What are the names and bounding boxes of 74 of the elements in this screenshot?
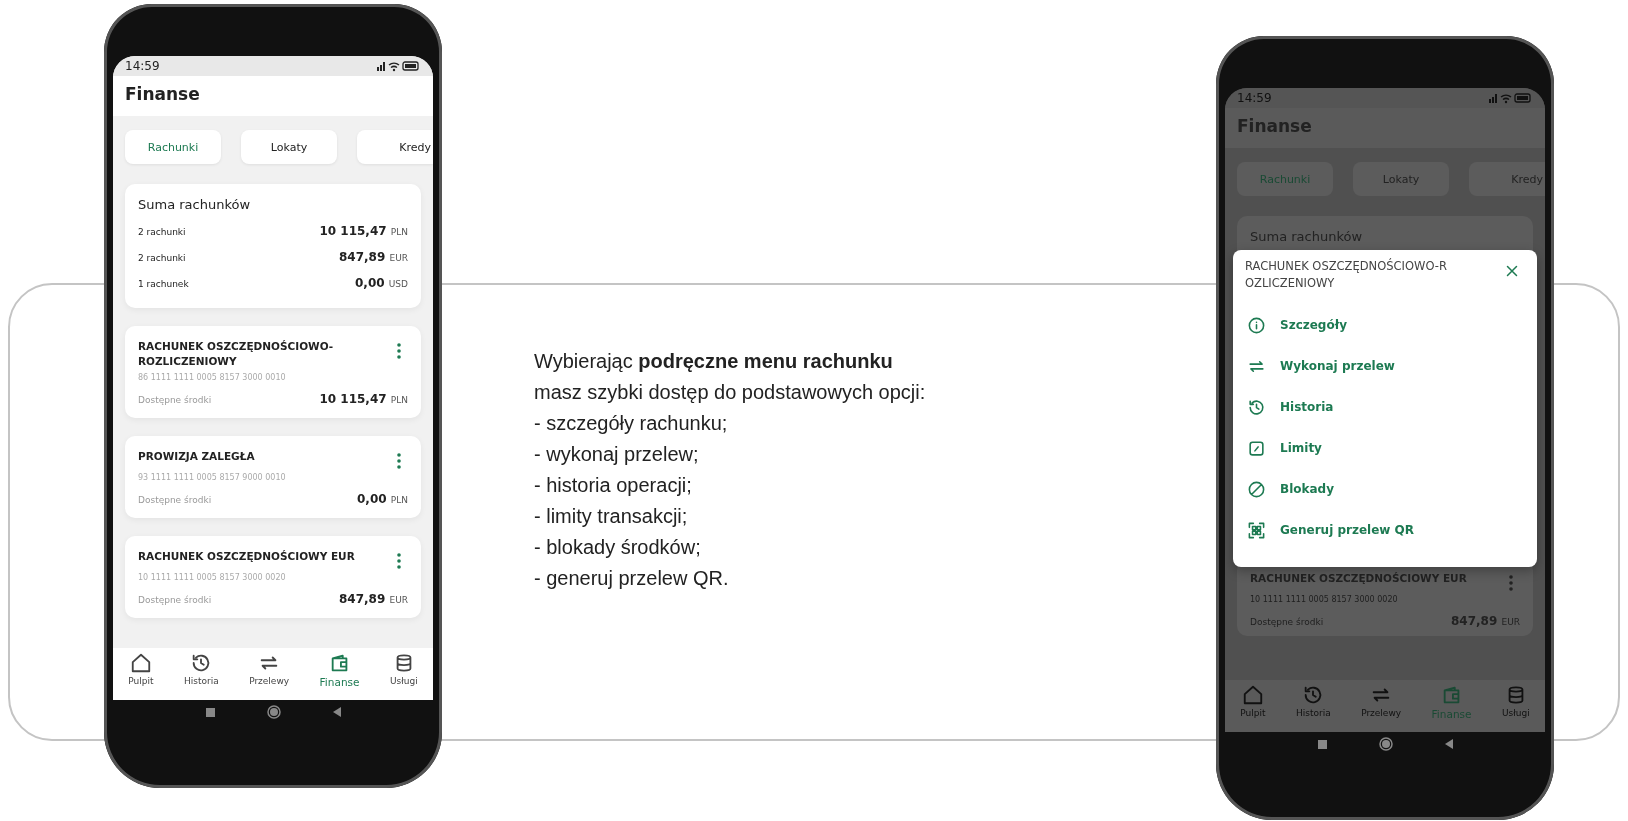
balance-label: Dostępne środki (138, 495, 212, 506)
nav-item[interactable]: Pulpit (124, 652, 158, 700)
home-icon (1241, 684, 1264, 706)
screen-title: Finanse (125, 84, 200, 104)
history-icon (1247, 397, 1266, 417)
description-text: masz szybki dostęp do podstawowych opcji: (534, 380, 926, 405)
option-list-item: - limity transakcji; (534, 504, 689, 529)
amount: 10 115,47 PLN (319, 392, 408, 407)
account-name: PROWIZJA ZALEGŁA (138, 449, 255, 465)
prohibited-icon (1247, 479, 1266, 499)
gauge-icon (1247, 438, 1266, 458)
status-time: 14:59 (125, 59, 160, 73)
recents-icon[interactable] (205, 707, 215, 717)
more-options-icon[interactable] (396, 343, 402, 359)
account-name: RACHUNEK OSZCZĘDNOŚCIOWO-ROZLICZENIOWY (138, 339, 335, 370)
amount: 0,00 USD (354, 276, 408, 290)
tab[interactable]: Kredy (357, 130, 433, 164)
status-time: 14:59 (1237, 91, 1272, 105)
row-label: 2 rachunki (138, 253, 186, 263)
option-list-item: - blokady środków; (534, 535, 702, 560)
status-icons (375, 60, 421, 72)
summary-title: Suma rachunków (138, 197, 252, 212)
amount: 847,89 EUR (339, 250, 408, 264)
nav-item[interactable]: Usługi (1497, 684, 1534, 732)
account-number: 86 1111 1111 0005 8157 3000 0010 (138, 373, 287, 383)
tab[interactable]: Lokaty (241, 130, 337, 164)
nav-item[interactable]: Pulpit (1236, 684, 1270, 732)
account-number: 10 1111 1111 0005 8157 3000 0020 (138, 573, 287, 583)
amount: 0,00 PLN (357, 492, 408, 507)
more-options-icon[interactable] (396, 453, 402, 470)
row-label: 1 rachunek (138, 279, 189, 289)
back-icon[interactable] (332, 707, 341, 717)
menu-item[interactable]: Wykonaj przelew (1245, 345, 1525, 387)
nav-item[interactable]: Historia (1291, 684, 1335, 732)
account-name: RACHUNEK OSZCZĘDNOŚCIOWY EUR (1250, 571, 1467, 586)
recents-icon[interactable] (1317, 739, 1327, 749)
info-icon (1247, 315, 1266, 335)
option-list-item: - generuj przelew QR. (534, 566, 730, 591)
home-button-icon[interactable] (1378, 737, 1393, 751)
status-icons (1487, 92, 1533, 104)
tab[interactable]: Rachunki (125, 130, 221, 164)
nav-item[interactable]: Historia (179, 652, 223, 700)
nav-item[interactable]: Przelewy (245, 652, 294, 700)
nav-item[interactable]: Przelewy (1357, 684, 1406, 732)
nav-item[interactable]: Usługi (385, 652, 422, 700)
back-icon[interactable] (1444, 739, 1453, 749)
account-number: 93 1111 1111 0005 8157 9000 0010 (138, 473, 287, 483)
balance-label: Dostępne środki (138, 595, 212, 606)
menu-item[interactable]: Historia (1245, 386, 1525, 428)
description-text: Wybierając podręczne menu rachunku (534, 349, 894, 374)
account-card[interactable]: RACHUNEK OSZCZĘDNOŚCIOWY EUR 10 1111 1111 0005 8157 3000 0020 Dostępne środki 847,89 EUR (125, 536, 421, 619)
menu-item[interactable]: Limity (1245, 427, 1525, 469)
nav-item[interactable]: Finanse (315, 652, 364, 700)
menu-item[interactable]: Szczegóły (1245, 304, 1525, 346)
option-list-item: - szczegóły rachunku; (534, 411, 729, 436)
amount: 847,89 EUR (339, 592, 408, 607)
home-button-icon[interactable] (266, 705, 281, 719)
menu-item[interactable]: Blokady (1245, 468, 1525, 510)
summary-title: Suma rachunków (1250, 229, 1364, 244)
qr-code-icon (1247, 520, 1266, 540)
home-icon (129, 652, 152, 674)
more-options-icon[interactable] (396, 553, 402, 570)
account-card[interactable]: PROWIZJA ZALEGŁA 93 1111 1111 0005 8157 9000 0010 Dostępne środki 0,00 PLN (125, 436, 421, 519)
more-options-icon[interactable] (1508, 575, 1514, 591)
row-label: 2 rachunki (138, 227, 186, 237)
account-name: RACHUNEK OSZCZĘDNOŚCIOWY EUR (138, 549, 355, 565)
screen-title: Finanse (1237, 116, 1312, 136)
menu-title: RACHUNEK OSZCZĘDNOŚCIOWO-ROZLICZENIOWY (1245, 258, 1448, 293)
amount: 10 115,47 PLN (319, 224, 408, 238)
option-list-item: - historia operacji; (534, 473, 693, 498)
balance-label: Dostępne środki (138, 395, 212, 406)
option-list-item: - wykonaj przelew; (534, 442, 700, 467)
menu-item[interactable]: Generuj przelew QR (1245, 509, 1525, 551)
account-card[interactable]: RACHUNEK OSZCZĘDNOŚCIOWO-ROZLICZENIOWY 86 1111 1111 0005 8157 3000 0010 Dostępne środki 10 115,47 PLN (125, 326, 421, 419)
